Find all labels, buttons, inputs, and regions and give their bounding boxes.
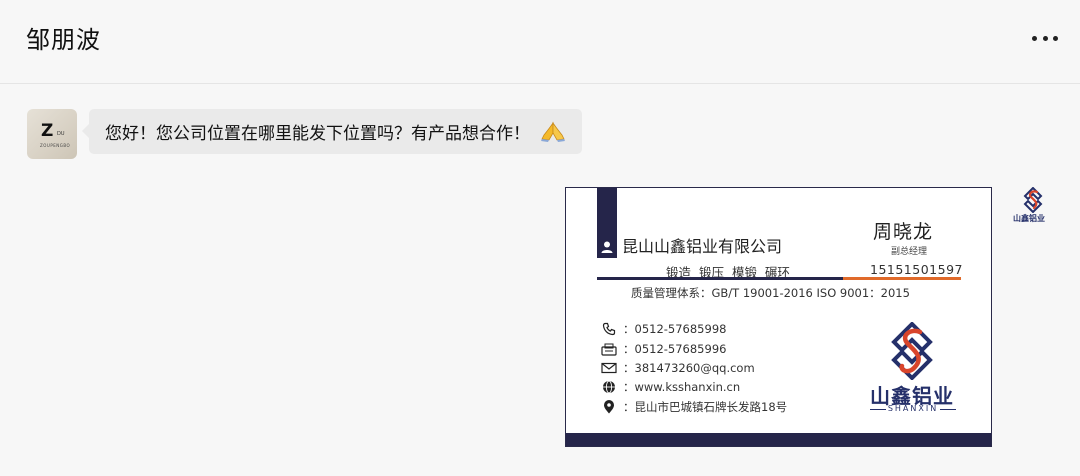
own-avatar-text: 山鑫铝业 xyxy=(1013,214,1045,223)
user-icon xyxy=(600,239,614,253)
email-icon xyxy=(601,361,617,375)
more-options-button[interactable] xyxy=(1032,28,1058,48)
card-address: ：昆山市巴城镇石牌长发路18号 xyxy=(623,400,788,414)
ellipsis-icon xyxy=(1032,35,1037,41)
card-email: ：381473260@qq.com xyxy=(623,361,755,375)
own-avatar-logo-icon xyxy=(1023,186,1043,214)
pray-hands-icon xyxy=(540,121,566,143)
message-bubble[interactable]: 您好！您公司位置在哪里能发下位置吗？有产品想合作！ xyxy=(82,109,582,154)
card-phone: ：0512-57685998 xyxy=(623,322,727,336)
globe-icon xyxy=(601,380,617,394)
card-fax: ：0512-57685996 xyxy=(623,342,727,356)
card-divider-dark xyxy=(597,277,843,280)
phone-icon xyxy=(601,322,617,336)
card-website-row: ：www.ksshanxin.cn xyxy=(601,379,740,395)
chat-title: 邹朋波 xyxy=(26,26,101,54)
card-job-title: 副总经理 xyxy=(891,247,928,257)
location-pin-icon xyxy=(601,400,617,414)
card-company: 昆山山鑫铝业有限公司 xyxy=(622,237,783,256)
own-avatar[interactable] xyxy=(1004,186,1062,233)
card-person-name: 周晓龙 xyxy=(873,221,934,243)
card-quality-cert: 质量管理体系：GB/T 19001-2016 ISO 9001：2015 xyxy=(631,286,910,300)
card-bottom-band xyxy=(566,433,991,446)
card-mobile: 15151501597 xyxy=(870,262,963,277)
fax-icon xyxy=(601,342,617,356)
avatar-small-text: DU xyxy=(57,131,65,137)
chat-header: 邹朋波 xyxy=(0,0,1080,84)
card-phone-row: ：0512-57685998 xyxy=(601,321,726,337)
card-divider-orange xyxy=(843,277,961,280)
avatar-letter: Z xyxy=(41,121,54,141)
card-email-row: ：381473260@qq.com xyxy=(601,360,755,376)
message-text: 您好！您公司位置在哪里能发下位置吗？有产品想合作！ xyxy=(105,124,530,144)
card-logo-english: SHANXIN xyxy=(870,404,956,413)
card-address-row: ：昆山市巴城镇石牌长发路18号 xyxy=(601,399,787,415)
avatar-sub-text: ZOUPENGBO xyxy=(40,143,71,148)
message-list[interactable]: Z DU ZOUPENGBO 您好！您公司位置在哪里能发下位置吗？有产品想合作！… xyxy=(0,84,1080,476)
shanxin-logo-icon xyxy=(882,321,942,381)
card-fax-row: ：0512-57685996 xyxy=(601,341,726,357)
card-website: ：www.ksshanxin.cn xyxy=(623,380,741,394)
business-card-image[interactable]: 昆山山鑫铝业有限公司 周晓龙 副总经理 锻造 锻压 模锻 碾环 15151501… xyxy=(565,187,992,447)
contact-avatar[interactable]: Z DU ZOUPENGBO xyxy=(27,109,77,159)
